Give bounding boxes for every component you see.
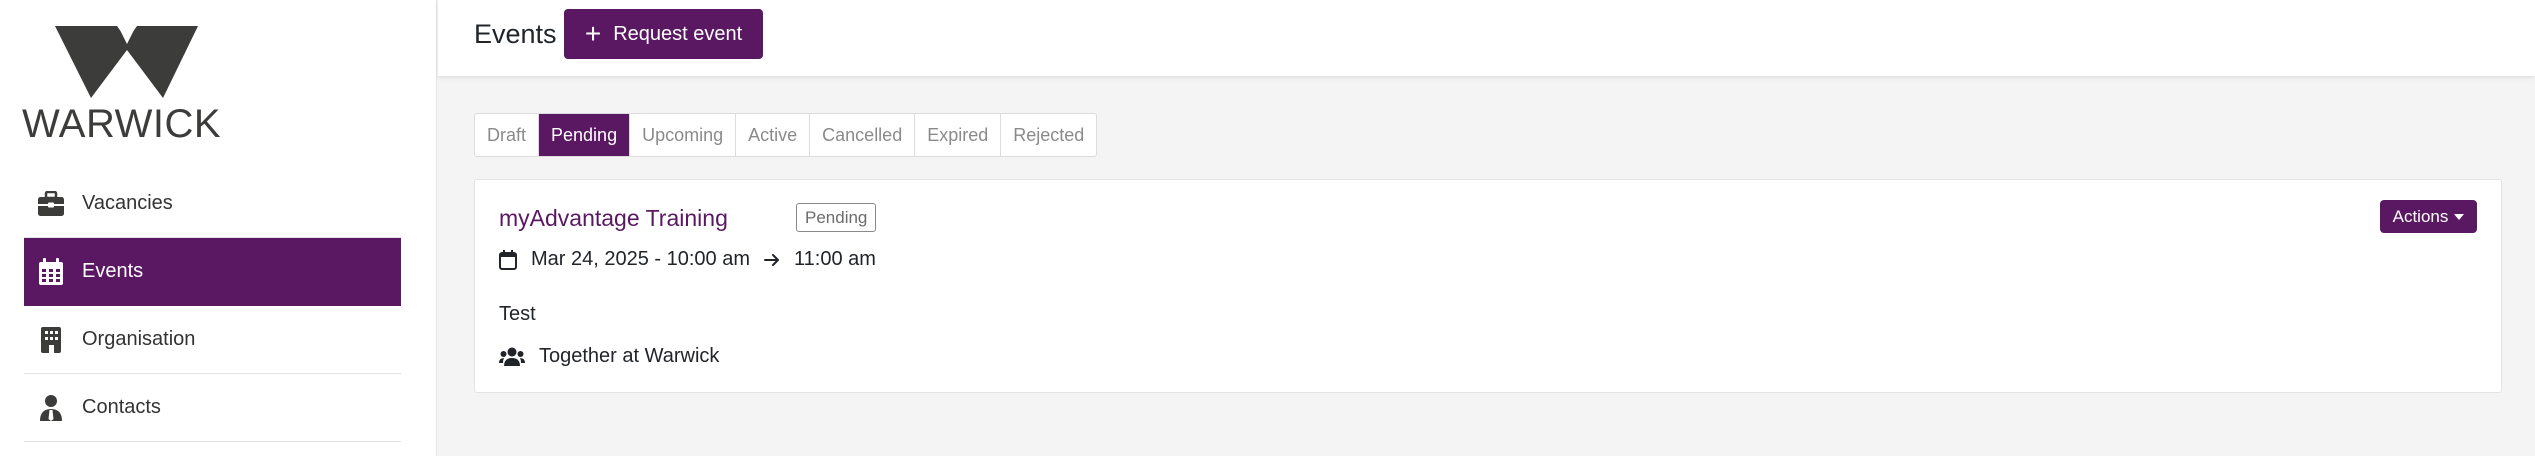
event-title-link[interactable]: myAdvantage Training xyxy=(499,205,728,232)
sidebar-item-contacts[interactable]: Contacts xyxy=(24,374,401,442)
warwick-logo[interactable]: WARWICK xyxy=(22,24,232,144)
actions-dropdown-button[interactable]: Actions xyxy=(2380,200,2477,233)
sidebar-item-label: Events xyxy=(82,260,144,282)
sidebar-item-label: Organisation xyxy=(82,328,196,350)
event-start: Mar 24, 2025 - 10:00 am xyxy=(531,248,751,270)
sidebar: WARWICK Vacancies Events Organisation Co… xyxy=(0,0,437,456)
tab-active[interactable]: Active xyxy=(736,114,811,156)
event-date-range: Mar 24, 2025 - 10:00 am 11:00 am xyxy=(499,248,876,271)
warwick-logo-mark xyxy=(55,26,198,98)
calendar-icon xyxy=(499,249,517,270)
briefcase-icon xyxy=(36,189,66,219)
event-card: myAdvantage Training Pending Actions Mar… xyxy=(474,179,2502,393)
user-tie-icon xyxy=(36,393,66,423)
sidebar-item-label: Contacts xyxy=(82,396,161,418)
event-organisation: Together at Warwick xyxy=(499,345,719,368)
arrow-right-icon xyxy=(764,252,780,268)
tab-draft[interactable]: Draft xyxy=(475,114,540,156)
page-title: Events xyxy=(474,19,557,49)
tab-upcoming[interactable]: Upcoming xyxy=(630,114,737,156)
plus-icon: + xyxy=(584,18,602,49)
status-badge: Pending xyxy=(796,203,877,232)
sidebar-item-vacancies[interactable]: Vacancies xyxy=(24,170,401,238)
tab-cancelled[interactable]: Cancelled xyxy=(810,114,916,156)
actions-label: Actions xyxy=(2392,206,2449,226)
sidebar-item-events[interactable]: Events xyxy=(24,238,401,306)
status-tabs: Draft Pending Upcoming Active Cancelled … xyxy=(474,113,1098,157)
tab-expired[interactable]: Expired xyxy=(915,114,1002,156)
caret-down-icon xyxy=(2454,213,2465,220)
sidebar-item-organisation[interactable]: Organisation xyxy=(24,306,401,374)
users-icon xyxy=(499,347,525,367)
event-end: 11:00 am xyxy=(794,248,876,270)
request-event-label: Request event xyxy=(613,22,743,45)
tab-pending[interactable]: Pending xyxy=(539,114,631,156)
request-event-button[interactable]: + Request event xyxy=(564,9,763,59)
sidebar-item-label: Vacancies xyxy=(82,192,173,214)
calendar-icon xyxy=(36,257,66,287)
logo-text: WARWICK xyxy=(22,102,222,146)
sidebar-nav: Vacancies Events Organisation Contacts xyxy=(24,170,401,442)
organisation-name: Together at Warwick xyxy=(539,345,720,367)
event-description: Test xyxy=(499,303,536,325)
building-icon xyxy=(36,325,66,355)
page-header: Events + Request event xyxy=(438,0,2535,76)
tab-rejected[interactable]: Rejected xyxy=(1001,114,1096,156)
